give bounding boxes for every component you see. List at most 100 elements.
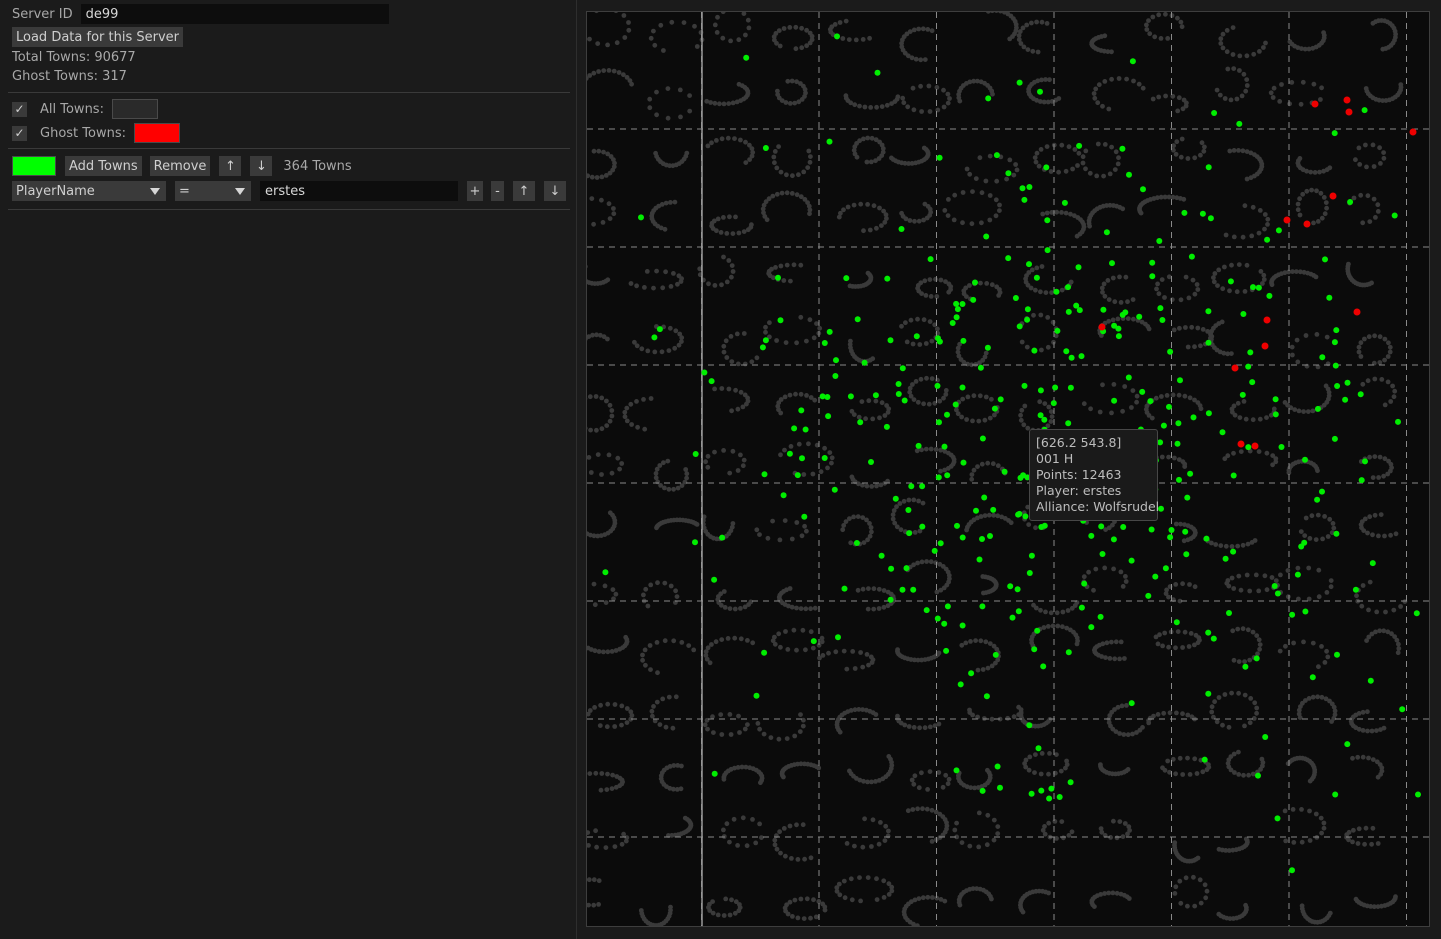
town-dot xyxy=(836,881,842,887)
player-town-dot xyxy=(899,365,906,372)
town-dot xyxy=(1295,565,1301,571)
player-town-dot xyxy=(1255,284,1262,291)
player-town-dot xyxy=(1152,573,1159,580)
town-dot xyxy=(845,204,851,210)
ghost-town-dot xyxy=(1283,216,1291,224)
ghost-towns-color-swatch[interactable] xyxy=(133,123,180,143)
town-dot xyxy=(1254,633,1260,638)
town-dot xyxy=(800,627,806,633)
town-dot xyxy=(652,42,658,48)
town-dot xyxy=(1112,299,1118,305)
town-dot xyxy=(1195,287,1201,292)
town-dot xyxy=(1351,827,1356,833)
town-dot xyxy=(927,277,933,282)
town-dot xyxy=(728,38,733,44)
town-dot xyxy=(741,331,747,336)
town-dot xyxy=(912,218,917,224)
operator-select[interactable]: = xyxy=(175,181,251,201)
town-dot xyxy=(1315,512,1321,518)
town-dot xyxy=(1160,765,1165,771)
all-towns-checkbox[interactable]: ✓ xyxy=(12,101,27,117)
town-dot xyxy=(1095,141,1101,147)
town-dot xyxy=(675,281,680,287)
town-map[interactable] xyxy=(586,11,1430,927)
town-dot xyxy=(1093,566,1099,572)
town-dot xyxy=(1321,195,1327,200)
town-dot xyxy=(1242,659,1247,664)
town-dot xyxy=(965,394,971,400)
town-dot xyxy=(1192,642,1197,648)
town-dot xyxy=(735,361,741,367)
town-dot xyxy=(822,907,828,913)
town-dot xyxy=(1251,716,1257,721)
all-towns-color-swatch[interactable] xyxy=(111,99,158,119)
town-dot xyxy=(601,149,606,155)
town-dot xyxy=(941,104,947,110)
rule-up-button[interactable]: ↑ xyxy=(513,181,535,201)
player-town-dot xyxy=(1315,405,1321,412)
player-town-dot xyxy=(692,451,699,457)
move-down-button[interactable]: ↓ xyxy=(250,156,273,176)
town-dot xyxy=(781,26,787,31)
filter-color-swatch[interactable] xyxy=(12,156,56,176)
town-dot xyxy=(623,838,629,844)
total-towns-row: Total Towns: 90677 xyxy=(12,50,136,65)
town-dot xyxy=(1125,732,1131,738)
town-dot xyxy=(1366,755,1371,761)
player-town-dot xyxy=(1037,88,1043,95)
town-dot xyxy=(793,391,798,397)
town-dot xyxy=(705,726,710,732)
town-dot xyxy=(1039,19,1045,25)
server-id-row: Server ID xyxy=(12,4,389,24)
town-dot xyxy=(1049,290,1054,295)
add-rule-button[interactable]: + xyxy=(467,181,483,201)
player-town-dot xyxy=(1016,79,1023,86)
town-dot xyxy=(1350,755,1355,761)
town-dot xyxy=(736,230,742,236)
town-dot xyxy=(1074,233,1080,239)
town-dot xyxy=(654,640,660,645)
town-dot xyxy=(1173,151,1179,157)
move-up-button[interactable]: ↑ xyxy=(219,156,242,176)
town-dot xyxy=(913,379,919,384)
server-id-input[interactable] xyxy=(80,4,389,24)
town-dot xyxy=(989,282,995,288)
town-dot xyxy=(783,853,788,859)
ghost-towns-checkbox[interactable]: ✓ xyxy=(12,125,27,141)
town-dot xyxy=(1398,604,1403,609)
town-dot xyxy=(736,713,741,719)
remove-button[interactable]: Remove xyxy=(149,156,211,176)
player-town-dot xyxy=(1205,164,1212,171)
map-canvas[interactable] xyxy=(587,12,1430,927)
filter-value-input[interactable] xyxy=(260,181,458,201)
player-town-dot xyxy=(984,344,991,351)
town-dot xyxy=(1220,286,1226,292)
add-towns-button[interactable]: Add Towns xyxy=(65,156,142,176)
player-town-dot xyxy=(953,767,960,774)
field-select[interactable]: PlayerName xyxy=(12,181,166,201)
load-data-button[interactable]: Load Data for this Server xyxy=(12,27,183,47)
town-dot xyxy=(742,361,748,367)
town-dot xyxy=(1234,96,1240,102)
player-town-dot xyxy=(1264,236,1271,243)
remove-rule-button[interactable]: - xyxy=(491,181,504,201)
player-town-dot xyxy=(1205,410,1212,417)
town-dot xyxy=(1198,406,1204,412)
town-dot xyxy=(791,627,797,633)
player-town-dot xyxy=(977,364,984,371)
town-dot xyxy=(915,560,920,566)
town-dot xyxy=(1131,78,1136,84)
town-dot xyxy=(1235,543,1241,549)
town-dot xyxy=(874,104,879,110)
player-town-dot xyxy=(1160,422,1167,429)
town-dot xyxy=(929,807,935,813)
player-town-dot xyxy=(1056,794,1063,800)
rule-down-button[interactable]: ↓ xyxy=(544,181,566,201)
town-dot xyxy=(1287,39,1293,45)
town-dot xyxy=(1136,81,1142,87)
town-dot xyxy=(1093,86,1099,92)
town-dot xyxy=(728,732,734,737)
player-town-dot xyxy=(1230,548,1237,555)
town-dot xyxy=(684,471,690,477)
town-dot xyxy=(591,70,597,76)
